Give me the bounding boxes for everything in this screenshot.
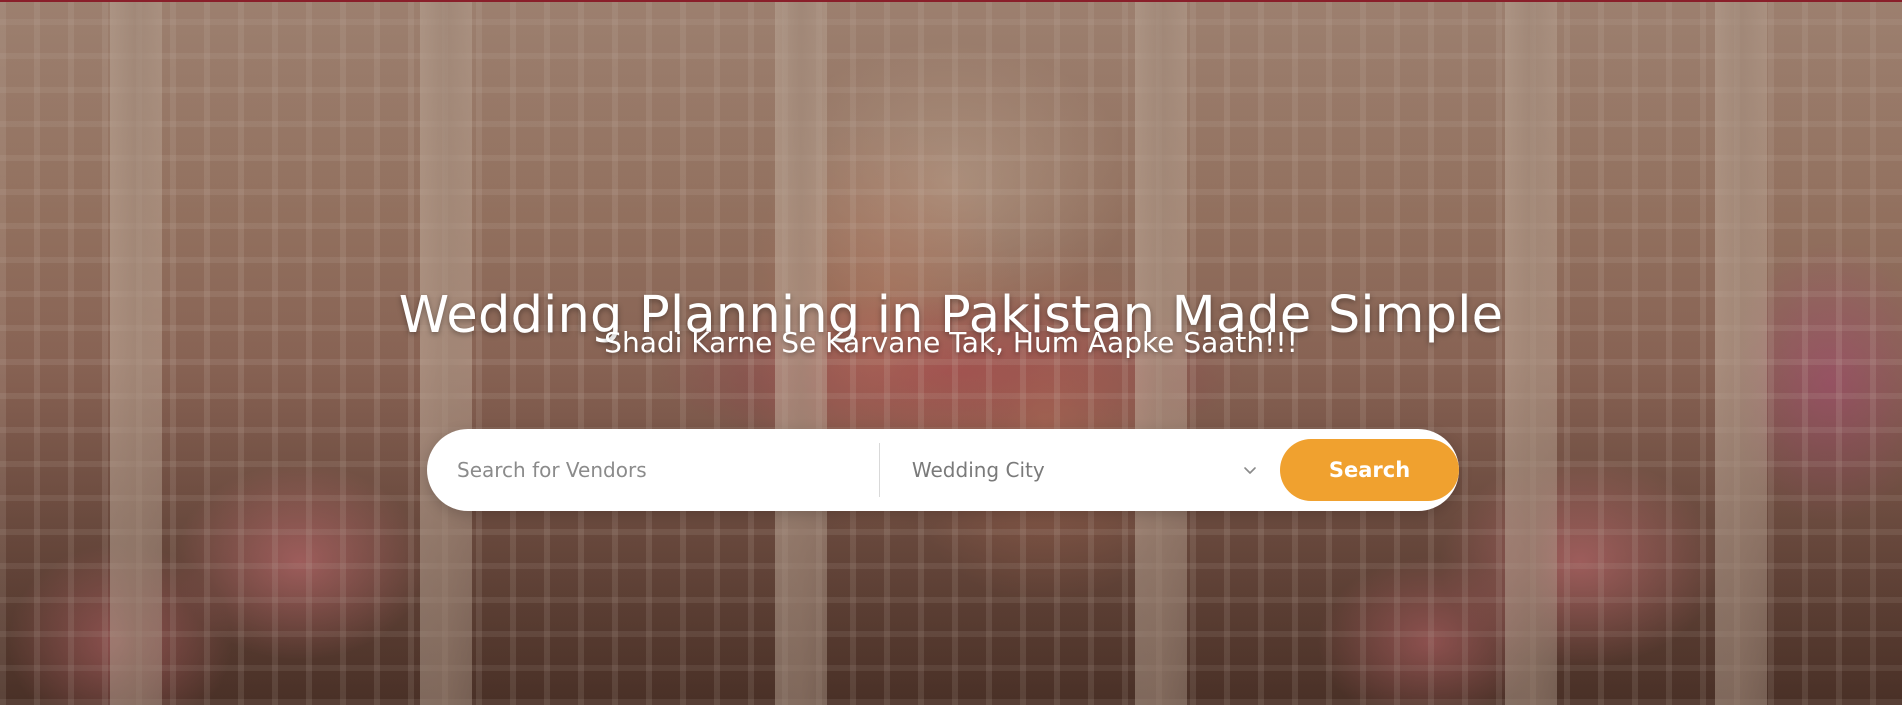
vendor-search-input[interactable]: [455, 439, 879, 501]
hero-subheadline: Shadi Karne Se Karvane Tak, Hum Aapke Sa…: [604, 326, 1298, 359]
hero-section: Wedding Planning in Pakistan Made Simple…: [0, 0, 1902, 705]
search-button[interactable]: Search: [1280, 439, 1459, 501]
hero-content: Wedding Planning in Pakistan Made Simple…: [0, 2, 1902, 705]
wedding-city-label: Wedding City: [911, 458, 1045, 482]
vendor-search-bar: Wedding City Search: [427, 429, 1459, 511]
wedding-city-select[interactable]: Wedding City: [880, 440, 1280, 500]
chevron-down-icon: [1242, 462, 1258, 478]
